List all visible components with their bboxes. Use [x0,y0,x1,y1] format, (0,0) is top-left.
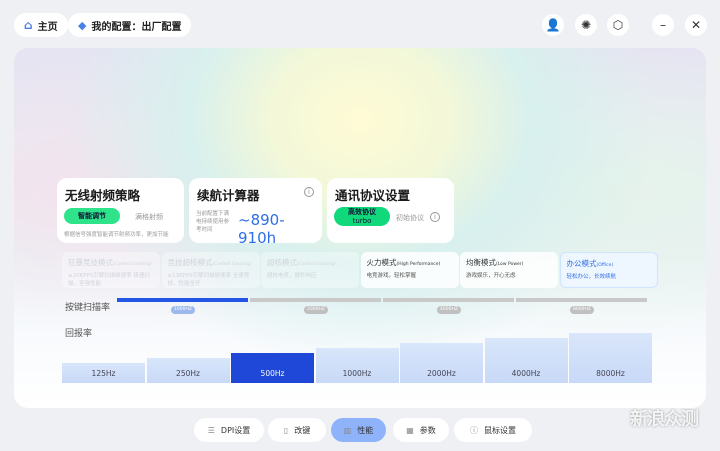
mode-desc: ≥13KFPS引擎扫描帧速率 全速竞技，性能全开 [167,273,250,287]
mode-title: 狂暴竞技模式(Corded Gaming) [68,258,152,267]
performance-panel: 无线射频策略 智能调节 满格射频 根据信号强度智能调节射频功率，更加节能 续航计… [14,48,706,408]
protocol-card: 通讯协议设置 高效协议 turbo 初始协议 i [327,178,454,243]
smart-adjust-button[interactable]: 智能调节 [64,208,120,224]
initial-protocol-option[interactable]: 初始协议 [396,213,424,223]
report-rate-option[interactable]: 500Hz [231,353,314,383]
config-button[interactable]: ◆ 我的配置：出厂配置 [68,13,192,37]
report-rate-option[interactable]: 8000Hz [569,333,652,383]
nav-tab[interactable]: ▯ 改键 [268,418,326,442]
report-rate-option[interactable]: 2000Hz [400,343,483,383]
mode-desc: ≥20KFPS引擎扫描帧速率 极速扫描，至强性能 [68,273,150,287]
watermark: 新浪众测 [630,409,699,430]
performance-icon: ▥ [343,425,352,435]
mode-card[interactable]: 均衡模式(Low Power) 游戏娱乐，开心无虑 [460,252,558,288]
mode-desc: 轻松办公，长效续航 [566,274,617,280]
nav-tab[interactable]: ▥ 性能 [331,418,386,442]
nav-tab[interactable]: ☰ DPI设置 [194,418,264,442]
report-rate-option[interactable]: 1000Hz [315,348,399,383]
home-icon: ⌂ [24,18,33,32]
scan-rate-segment[interactable] [250,298,381,302]
mode-card: 竞技超核模式(Corded Gaming) ≥13KFPS引擎扫描帧速率 全速竞技… [161,252,260,288]
mode-title: 火力模式(High Performance) [366,258,441,267]
report-rate-option[interactable]: 125Hz [62,363,145,383]
mode-title: 超核模式(Corded Gaming) [267,258,336,267]
dpi-icon: ☰ [207,425,215,435]
brightness-icon[interactable]: ✺ [575,14,597,36]
report-rate-option[interactable]: 250Hz [146,358,230,383]
mode-card: 超核模式(Corded Gaming) 超核电竞，微秒响应 [261,252,359,288]
scan-rate-tag[interactable]: 8000HZ [570,306,594,314]
minimize-button[interactable]: – [652,14,674,36]
nav-tab[interactable]: ▦ 参数 [393,418,449,442]
nav-tab[interactable]: ⓘ 鼠标设置 [454,418,532,442]
report-rate-option[interactable]: 4000Hz [484,338,568,383]
cube-icon: ◆ [78,18,87,32]
turbo-protocol-button[interactable]: 高效协议 turbo [334,207,390,226]
info-icon: ⓘ [470,425,478,435]
scan-rate-segment[interactable] [383,298,514,302]
mode-desc: 游戏娱乐，开心无虑 [466,273,516,279]
settings-icon[interactable]: ⬡ [607,14,629,36]
mode-card[interactable]: 办公模式(Office) 轻松办公，长效续航 [559,252,658,288]
info-icon[interactable]: i [304,187,314,197]
mode-title: 办公模式(Office) [566,259,614,268]
close-button[interactable]: ✕ [685,14,707,36]
params-icon: ▦ [406,425,414,435]
info-icon[interactable]: i [430,212,440,222]
mode-title: 竞技超核模式(Corded Gaming) [167,258,252,267]
mode-title: 均衡模式(Low Power) [466,258,524,267]
mode-card: 狂暴竞技模式(Corded Gaming) ≥20KFPS引擎扫描帧速率 极速扫描… [62,252,160,288]
full-rf-option[interactable]: 满格射频 [135,212,163,222]
battery-calculator-card: 续航计算器 i 当前配置下满电持续使用参考时间 ~890-910h [189,178,322,247]
mouse-icon: ▯ [283,425,289,435]
mode-desc: 超核电竞，微秒响应 [267,273,317,279]
scan-rate-tag[interactable]: 2000HZ [304,306,328,314]
user-icon[interactable]: 👤 [542,14,564,36]
mode-card[interactable]: 火力模式(High Performance) 电竞游戏，轻松掌握 [360,252,459,288]
scan-rate-segment[interactable] [117,298,248,302]
scan-rate-segment[interactable] [516,298,647,302]
scan-rate-tag[interactable]: 4000HZ [437,306,461,314]
battery-estimate: ~890-910h [238,211,285,247]
mode-desc: 电竞游戏，轻松掌握 [366,273,417,279]
rf-strategy-card: 无线射频策略 智能调节 满格射频 根据信号强度智能调节射频功率，更加节能 [57,178,184,243]
scan-rate-tag[interactable]: 1000HZ [171,306,195,314]
home-button[interactable]: ⌂ 主页 [14,13,68,37]
